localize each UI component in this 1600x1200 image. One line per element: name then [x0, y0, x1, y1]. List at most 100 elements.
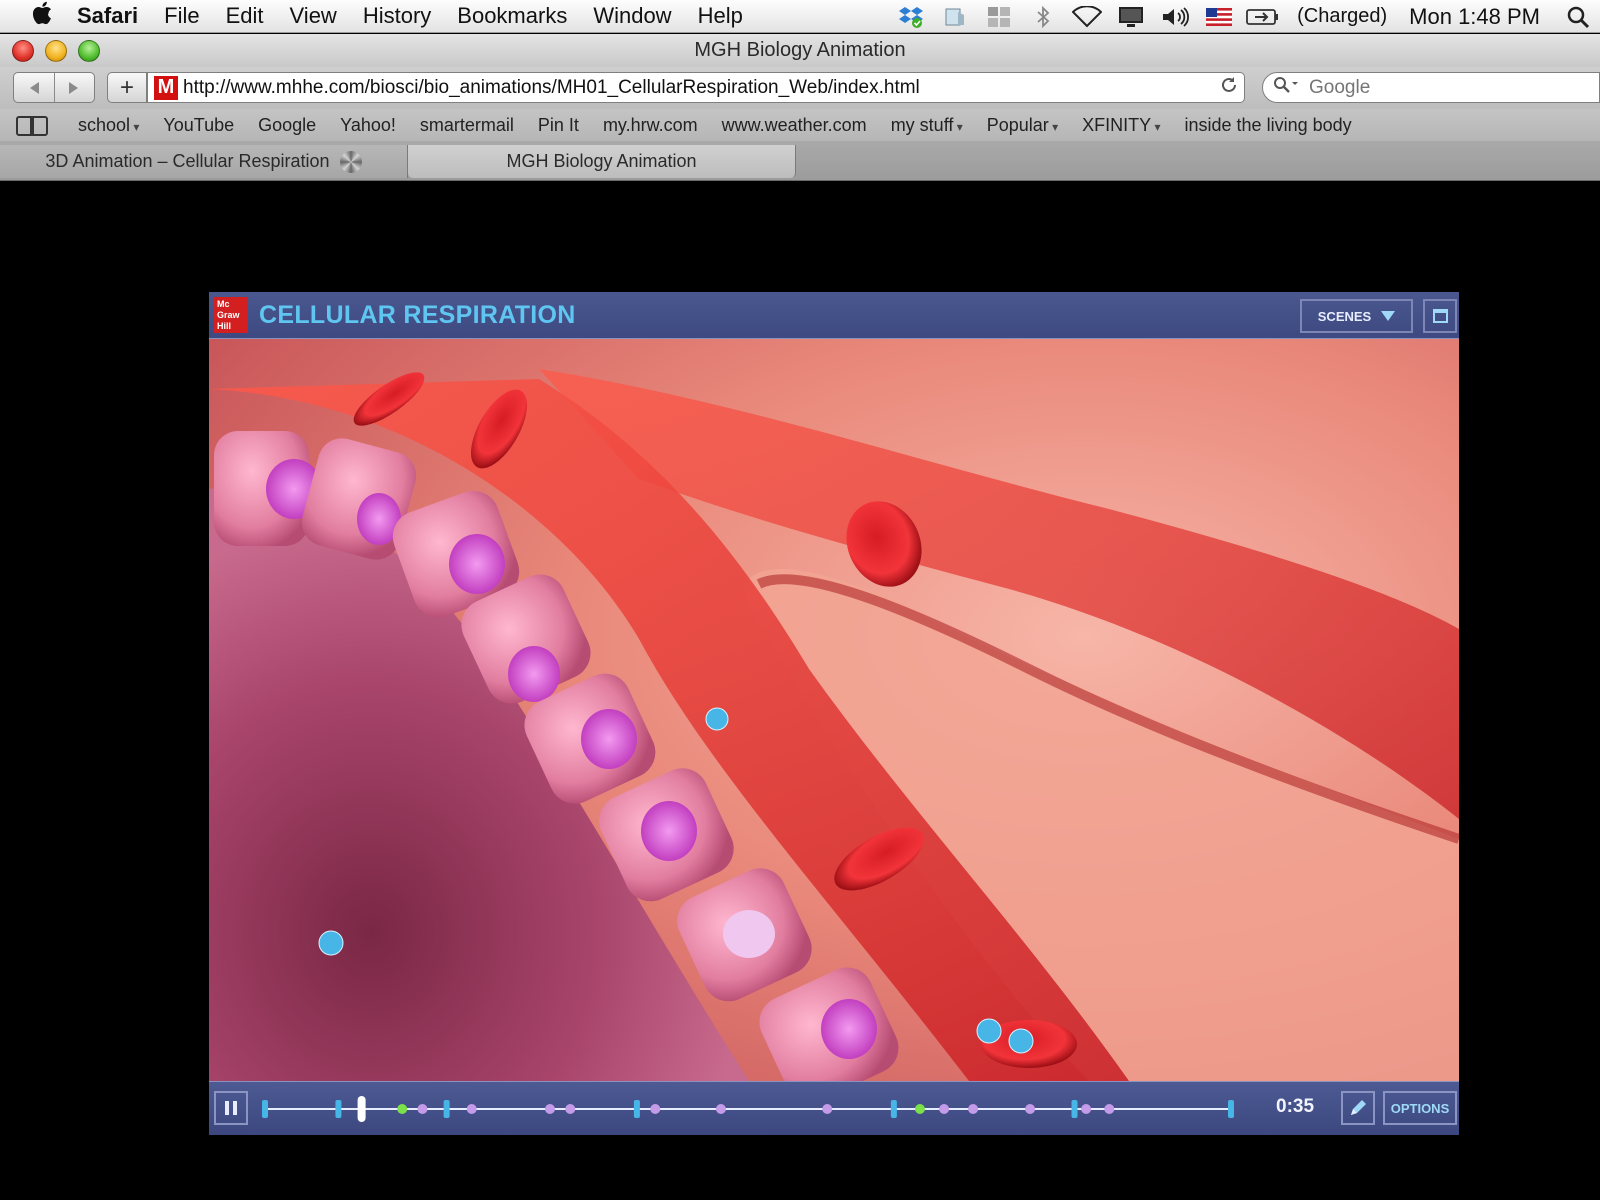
bookmark-label: Pin It: [537, 114, 579, 135]
bookmark-item[interactable]: Google: [246, 115, 328, 136]
apple-menu-icon[interactable]: [20, 1, 64, 32]
cue-point-marker[interactable]: [1104, 1104, 1115, 1114]
window-controls: [12, 40, 100, 62]
status-area: (Charged) Mon 1:48 PM: [889, 0, 1600, 33]
wifi-icon[interactable]: [1065, 0, 1109, 33]
bookmark-label: my stuff: [890, 114, 954, 135]
battery-status-text: (Charged): [1297, 5, 1388, 27]
display-icon[interactable]: [1109, 0, 1153, 33]
bluetooth-icon[interactable]: [1021, 0, 1065, 33]
web-content: Mc Graw Hill CELLULAR RESPIRATION SCENES: [0, 181, 1600, 1200]
annotate-button[interactable]: [1341, 1091, 1375, 1125]
tab-mgh-biology-animation[interactable]: MGH Biology Animation: [408, 145, 796, 178]
menu-app-safari[interactable]: Safari: [64, 3, 151, 29]
dropdown-arrow-icon: ▾: [1048, 119, 1059, 134]
options-button[interactable]: OPTIONS: [1383, 1091, 1457, 1125]
cue-point-marker[interactable]: [397, 1104, 408, 1114]
search-field[interactable]: [1262, 72, 1600, 103]
cellular-respiration-scene-image: [209, 339, 1459, 1081]
dropdown-arrow-icon: ▾: [1151, 119, 1161, 134]
animation-video-frame[interactable]: [209, 339, 1459, 1081]
bookmark-label: www.weather.com: [721, 114, 867, 135]
cue-point-marker[interactable]: [1081, 1104, 1092, 1114]
pencil-icon: [1351, 1100, 1366, 1115]
bookmark-label: inside the living body: [1184, 114, 1352, 135]
reload-button[interactable]: [1214, 76, 1244, 100]
cue-point-marker[interactable]: [939, 1104, 950, 1114]
bookmark-item[interactable]: XFINITY ▾: [1070, 115, 1172, 136]
bookmark-item[interactable]: my.hrw.com: [591, 115, 710, 136]
bookmark-item[interactable]: inside the living body: [1173, 115, 1364, 136]
search-input[interactable]: [1309, 76, 1569, 99]
bookmark-item[interactable]: Popular ▾: [975, 115, 1070, 136]
cue-point-marker[interactable]: [466, 1104, 477, 1114]
chapter-marker[interactable]: [262, 1100, 268, 1118]
bookmark-item[interactable]: Yahoo!: [328, 115, 408, 136]
cue-point-marker[interactable]: [1025, 1104, 1036, 1114]
site-favicon: M: [154, 75, 178, 100]
menubar-clock[interactable]: Mon 1:48 PM: [1399, 4, 1556, 30]
chapter-marker[interactable]: [335, 1100, 342, 1118]
address-bar[interactable]: M http://www.mhhe.com/biosci/bio_animati…: [147, 72, 1245, 103]
cue-point-marker[interactable]: [914, 1104, 925, 1114]
tab-3d-animation[interactable]: 3D Animation – Cellular Respiration: [0, 145, 408, 178]
show-all-bookmarks-icon[interactable]: [16, 116, 50, 136]
add-bookmark-button[interactable]: +: [107, 72, 147, 103]
chapter-marker[interactable]: [1071, 1100, 1078, 1118]
animation-player: Mc Graw Hill CELLULAR RESPIRATION SCENES: [209, 292, 1459, 1135]
menu-edit[interactable]: Edit: [213, 3, 277, 29]
menu-window[interactable]: Window: [580, 3, 684, 29]
spotlight-search-icon[interactable]: [1556, 0, 1600, 33]
bookmark-item[interactable]: YouTube: [151, 115, 246, 136]
volume-icon[interactable]: [1153, 0, 1197, 33]
cue-point-marker[interactable]: [565, 1104, 576, 1114]
bookmark-item[interactable]: my stuff ▾: [879, 115, 975, 136]
fullscreen-button[interactable]: [1423, 299, 1457, 333]
player-title: CELLULAR RESPIRATION: [259, 300, 576, 329]
menu-bar: Safari File Edit View History Bookmarks …: [0, 0, 1600, 33]
back-arrow-icon: [29, 81, 39, 94]
playhead[interactable]: [357, 1096, 366, 1122]
time-readout: 0:35: [1276, 1096, 1315, 1117]
chapter-marker[interactable]: [633, 1100, 640, 1118]
bookmark-item[interactable]: school ▾: [66, 115, 151, 136]
timeline-scrubber[interactable]: [259, 1082, 1259, 1136]
cue-point-marker[interactable]: [650, 1104, 661, 1114]
zoom-window-button[interactable]: [78, 40, 100, 62]
bookmark-list: school ▾ YouTube Google Yahoo! smartermail Pi…: [66, 115, 1364, 136]
dropbox-icon[interactable]: [889, 0, 933, 33]
loading-spinner-icon: [339, 150, 362, 173]
dropdown-arrow-icon: ▾: [130, 119, 140, 134]
menu-file[interactable]: File: [151, 3, 212, 29]
cue-point-marker[interactable]: [544, 1104, 555, 1114]
cue-point-marker[interactable]: [417, 1104, 428, 1114]
battery-icon[interactable]: [1241, 0, 1285, 33]
spaces-icon[interactable]: [977, 0, 1021, 33]
scanner-icon[interactable]: [933, 0, 977, 33]
bookmark-item[interactable]: www.weather.com: [710, 115, 879, 136]
cue-point-marker[interactable]: [715, 1104, 726, 1114]
us-flag-icon[interactable]: [1197, 0, 1241, 33]
pause-button[interactable]: [214, 1091, 248, 1125]
cue-point-marker[interactable]: [968, 1104, 979, 1114]
cue-point-marker[interactable]: [822, 1104, 833, 1114]
minimize-window-button[interactable]: [45, 40, 67, 62]
menu-help[interactable]: Help: [685, 3, 756, 29]
menu-bookmarks[interactable]: Bookmarks: [444, 3, 580, 29]
forward-button[interactable]: [53, 73, 95, 102]
bookmark-item[interactable]: smartermail: [408, 115, 526, 136]
scenes-dropdown-button[interactable]: SCENES: [1300, 299, 1413, 333]
chapter-marker[interactable]: [890, 1100, 897, 1118]
chapter-marker[interactable]: [443, 1100, 450, 1118]
menu-view[interactable]: View: [277, 3, 350, 29]
close-window-button[interactable]: [12, 40, 34, 62]
bookmark-item[interactable]: Pin It: [526, 115, 591, 136]
chapter-marker[interactable]: [1228, 1100, 1234, 1118]
menu-history[interactable]: History: [350, 3, 444, 29]
bookmark-label: Popular: [986, 114, 1049, 135]
tab-bar: 3D Animation – Cellular Respiration MGH …: [0, 141, 1600, 181]
bookmark-label: YouTube: [163, 114, 235, 135]
bookmark-label: Yahoo!: [340, 114, 396, 135]
back-button[interactable]: [14, 73, 54, 102]
url-text[interactable]: http://www.mhhe.com/biosci/bio_animation…: [183, 77, 1214, 99]
